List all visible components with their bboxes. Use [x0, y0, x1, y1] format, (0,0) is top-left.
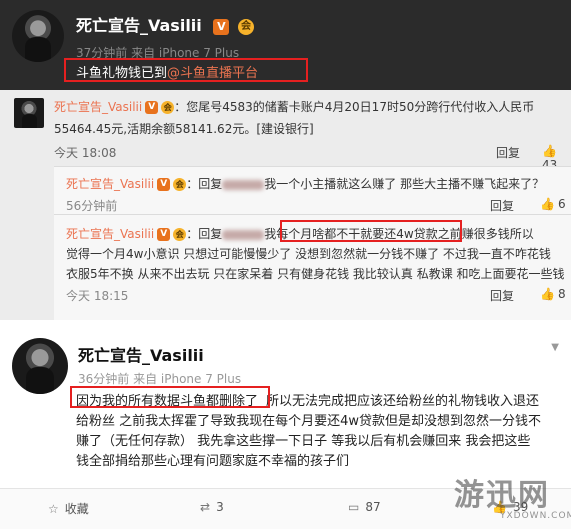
reply-prefix: ：回复 — [186, 227, 223, 241]
member-badge-icon: 会 — [161, 101, 175, 114]
star-icon: ☆ — [48, 502, 59, 516]
thumbs-up-icon: 👍 — [542, 144, 557, 158]
reply-button[interactable]: 回复 — [490, 287, 514, 304]
nested-author[interactable]: 死亡宣告_Vasilii — [66, 177, 154, 191]
line-rest: 所以无法完成把应该还给粉丝的礼物钱收入退还 — [266, 394, 540, 409]
like-count: 6 — [557, 197, 566, 211]
favorite-button[interactable]: ☆ 收藏 — [48, 500, 89, 517]
comment-icon: ▭ — [348, 500, 360, 514]
author-name[interactable]: 死亡宣告_Vasilii — [78, 342, 204, 366]
avatar[interactable] — [12, 338, 68, 394]
repost-button[interactable]: ⇄ 3 — [200, 500, 224, 514]
highlight-box — [64, 58, 308, 82]
chevron-down-icon[interactable]: ▼ — [551, 342, 559, 353]
nested-time: 今天 18:15 — [66, 289, 129, 303]
post-line-3: 赚了（无任何存款） 我先拿这些撑一下日子 等我以后有机会赚回来 我会把这些 — [76, 434, 531, 449]
like-count: 8 — [557, 287, 566, 301]
comment-section: 死亡宣告_Vasilii V 会：您尾号4583的储蓄卡账户4月20日17时50分跨… — [0, 90, 571, 320]
nested-author[interactable]: 死亡宣告_Vasilii — [66, 227, 154, 241]
highlight-box — [70, 386, 270, 408]
member-badge-icon: 会 — [173, 178, 187, 191]
reply-button[interactable]: 回复 — [496, 144, 520, 161]
repost-icon: ⇄ — [200, 500, 211, 514]
watermark-logo: 游迅网 — [454, 478, 550, 513]
thumbs-up-icon: 👍 — [540, 197, 555, 211]
verified-badge-icon: V — [157, 178, 171, 191]
repost-count: 3 — [216, 500, 224, 514]
post-line-4: 钱全部捐给那些心理有问题家庭不幸福的孩子们 — [76, 454, 350, 469]
nested-reply: 死亡宣告_Vasilii V 会：回复 我一个小主播就这么赚了 那些大主播不赚飞起来了… — [54, 166, 571, 216]
comment-avatar[interactable] — [14, 98, 44, 128]
like-button[interactable]: 👍 8 — [540, 287, 566, 301]
blurred-username — [222, 179, 265, 190]
comment-line-2: 55464.45元,活期余额58141.62元。[建设银行] — [54, 122, 314, 136]
favorite-label: 收藏 — [64, 502, 89, 516]
like-button[interactable]: 👍 6 — [540, 197, 566, 211]
nested-reply-line-3: 衣服5年不换 从来不出去玩 只在家呆着 只有健身花钱 我比较认真 私教课 和吃上… — [66, 267, 565, 281]
author-name-text[interactable]: 死亡宣告_Vasilii — [78, 346, 204, 365]
avatar[interactable] — [12, 10, 64, 62]
comment-button[interactable]: ▭ 87 — [348, 500, 381, 514]
verified-badge-icon: V — [145, 101, 159, 114]
reply-prefix: ：回复 — [186, 177, 223, 191]
blurred-username — [222, 229, 265, 240]
nested-reply-line-2: 觉得一个月4w小意识 只想过可能慢慢少了 没想到忽然就一分钱不赚了 不过我一直不… — [66, 247, 551, 261]
post-meta: 36分钟前 来自 iPhone 7 Plus — [78, 372, 242, 386]
reply-body: 我一个小主播就这么赚了 那些大主播不赚飞起来了？ — [264, 177, 545, 191]
member-badge-icon: 会 — [237, 18, 254, 35]
post-line-2: 给粉丝 之前我太挥霍了导致我现在每个月要还4w贷款但是却没想到忽然一分钱不 — [76, 414, 542, 429]
reply-button[interactable]: 回复 — [490, 197, 514, 214]
post-header: 死亡宣告_Vasilii V 会 37分钟前 来自 iPhone 7 Plus … — [0, 0, 571, 90]
comment-count: 87 — [365, 500, 381, 514]
comment-time: 今天 18:08 — [54, 146, 117, 160]
verified-badge-icon: V — [157, 228, 171, 241]
nested-time: 56分钟前 — [66, 199, 118, 213]
comment-text: ：您尾号4583的储蓄卡账户4月20日17时50分跨行代付收入人民币 — [174, 100, 535, 114]
author-name-text[interactable]: 死亡宣告_Vasilii — [76, 16, 202, 35]
member-badge-icon: 会 — [173, 228, 187, 241]
verified-badge-icon: V — [213, 18, 230, 35]
nested-reply-text: 死亡宣告_Vasilii V 会：回复 我一个小主播就这么赚了 那些大主播不赚飞起来了… — [66, 175, 544, 192]
author-name[interactable]: 死亡宣告_Vasilii V 会 — [76, 12, 254, 36]
watermark-url: YXDOWN.COM — [500, 511, 571, 521]
highlight-box — [280, 220, 462, 242]
thumbs-up-icon: 👍 — [540, 287, 555, 301]
comment-author[interactable]: 死亡宣告_Vasilii — [54, 100, 142, 114]
comment-line-1: 死亡宣告_Vasilii V 会：您尾号4583的储蓄卡账户4月20日17时50分跨… — [54, 98, 534, 115]
